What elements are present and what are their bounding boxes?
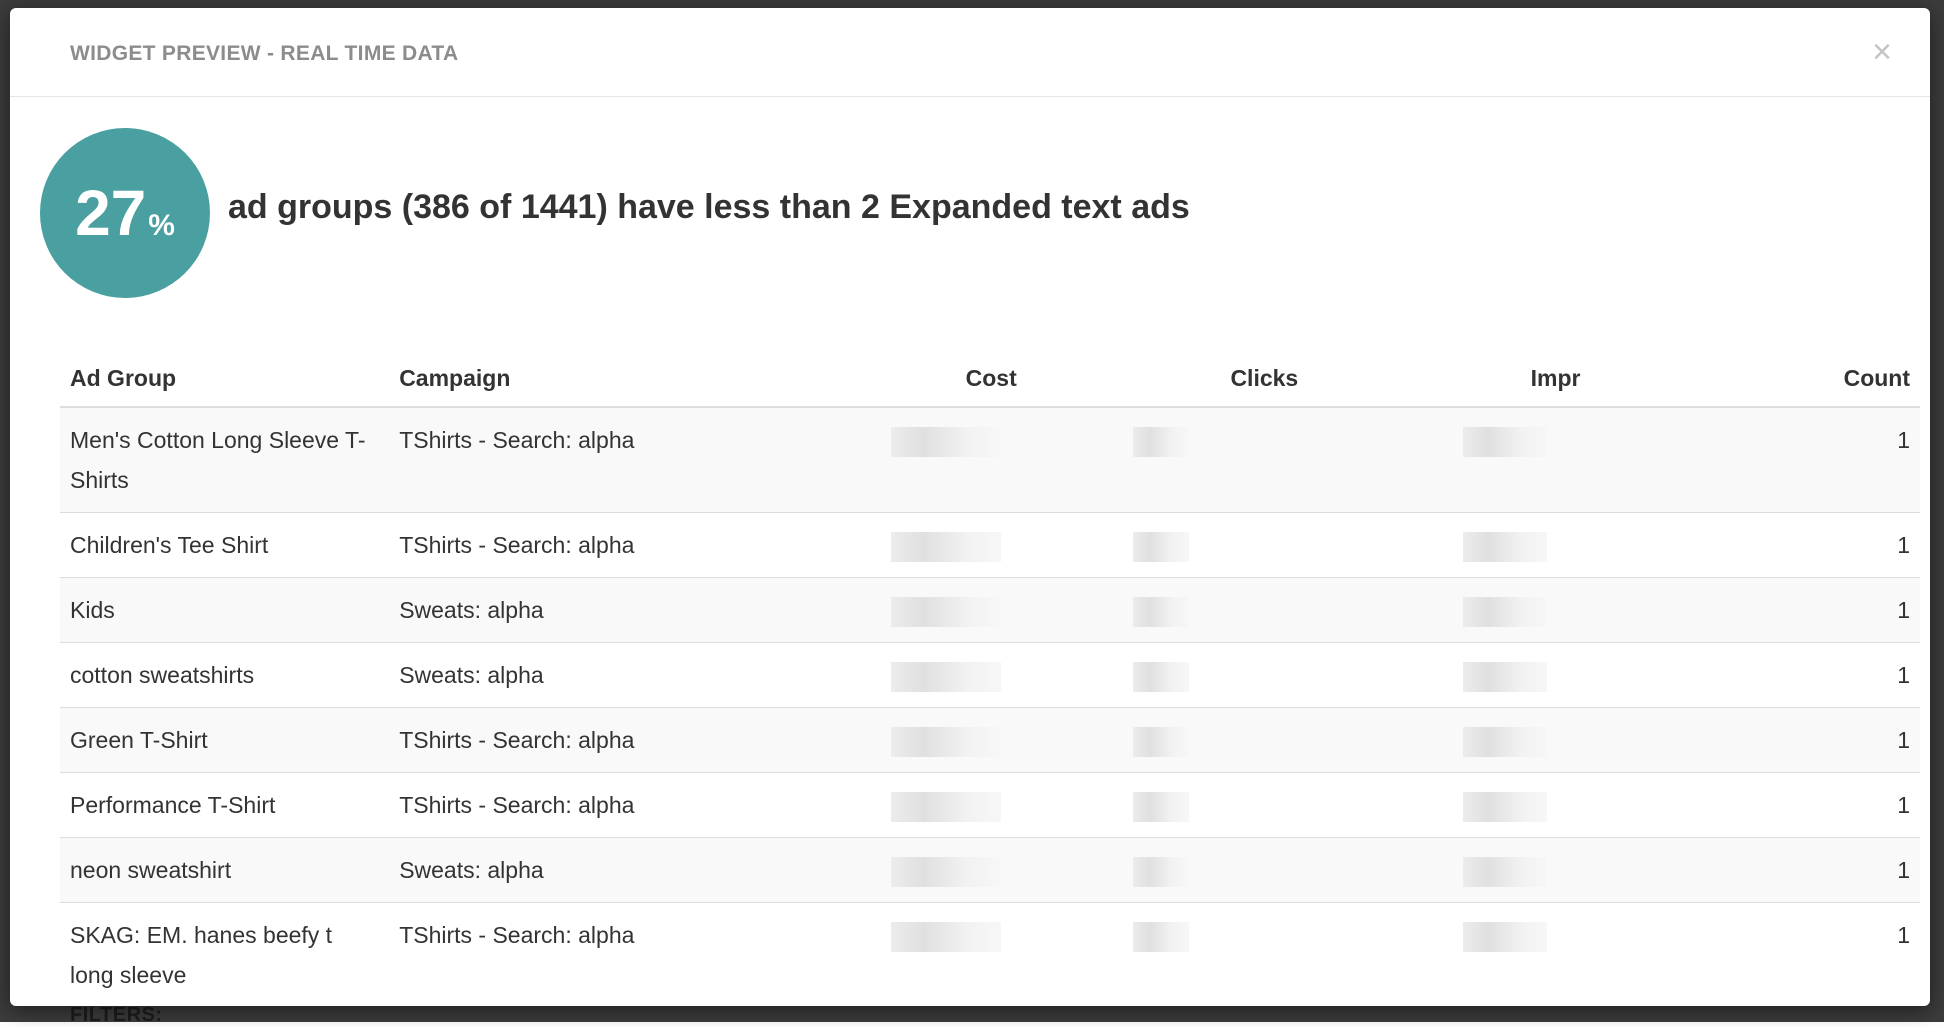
percent-value: 27	[75, 177, 147, 249]
widget-preview-modal: WIDGET PREVIEW - REAL TIME DATA × 27 % a…	[10, 8, 1930, 1006]
column-header-ad-group[interactable]: Ad Group	[60, 352, 390, 408]
cell-count: 1	[1683, 642, 1920, 708]
redacted-value	[890, 856, 1001, 887]
cell-campaign: Sweats: alpha	[389, 837, 881, 903]
percent-badge: 27 %	[40, 128, 210, 298]
column-header-campaign[interactable]: Campaign	[389, 352, 881, 408]
cell-impr	[1427, 577, 1684, 643]
table-body: Men's Cotton Long Sleeve T-Shirts TShirts…	[60, 406, 1920, 1006]
table-row[interactable]: Children's Tee Shirt TShirts - Search: al…	[60, 512, 1920, 578]
column-header-impr[interactable]: Impr	[1427, 352, 1684, 408]
cell-cost	[880, 772, 1102, 838]
redacted-value	[1133, 921, 1190, 952]
cell-count: 1	[1683, 772, 1920, 838]
cell-cost	[880, 512, 1102, 578]
close-icon[interactable]: ×	[1866, 35, 1898, 69]
cell-clicks	[1101, 902, 1428, 1006]
cell-clicks	[1101, 772, 1428, 838]
redacted-value	[1463, 596, 1548, 627]
cell-cost	[880, 642, 1102, 708]
column-header-count[interactable]: Count	[1683, 352, 1920, 408]
redacted-value	[1463, 791, 1548, 822]
column-header-clicks[interactable]: Clicks	[1101, 352, 1428, 408]
cell-cost	[880, 707, 1102, 773]
redacted-value	[1133, 596, 1190, 627]
modal-title: WIDGET PREVIEW - REAL TIME DATA	[70, 42, 459, 65]
cell-ad-group: neon sweatshirt	[60, 837, 390, 903]
redacted-value	[1463, 856, 1548, 887]
cell-ad-group: Children's Tee Shirt	[60, 512, 390, 578]
redacted-value	[1463, 426, 1548, 457]
table-row[interactable]: Performance T-Shirt TShirts - Search: alp…	[60, 772, 1920, 838]
redacted-value	[1463, 726, 1548, 757]
cell-count: 1	[1683, 577, 1920, 643]
cell-cost	[880, 577, 1102, 643]
ad-groups-table: Ad Group Campaign Cost Clicks Impr Count…	[60, 352, 1920, 1006]
redacted-value	[1133, 426, 1190, 457]
table-row[interactable]: SKAG: EM. hanes beefy t long sleeve TShir…	[60, 902, 1920, 1006]
table-row[interactable]: cotton sweatshirts Sweats: alpha 1	[60, 642, 1920, 708]
cell-ad-group: Performance T-Shirt	[60, 772, 390, 838]
cell-campaign: TShirts - Search: alpha	[389, 512, 881, 578]
cell-ad-group: cotton sweatshirts	[60, 642, 390, 708]
cell-impr	[1427, 837, 1684, 903]
cell-clicks	[1101, 707, 1428, 773]
redacted-value	[890, 791, 1001, 822]
table-row[interactable]: Green T-Shirt TShirts - Search: alpha 1	[60, 707, 1920, 773]
redacted-value	[890, 596, 1001, 627]
redacted-value	[890, 921, 1001, 952]
redacted-value	[890, 426, 1001, 457]
cell-clicks	[1101, 406, 1428, 513]
redacted-value	[890, 661, 1001, 692]
redacted-value	[1133, 856, 1190, 887]
cell-impr	[1427, 772, 1684, 838]
cell-count: 1	[1683, 707, 1920, 773]
redacted-value	[1133, 661, 1190, 692]
table-row[interactable]: Kids Sweats: alpha 1	[60, 577, 1920, 643]
cell-impr	[1427, 707, 1684, 773]
cell-campaign: Sweats: alpha	[389, 577, 881, 643]
cell-cost	[880, 902, 1102, 1006]
cell-campaign: TShirts - Search: alpha	[389, 772, 881, 838]
filters-label: FILTERS:	[70, 1004, 163, 1026]
cell-impr	[1427, 642, 1684, 708]
redacted-value	[1463, 661, 1548, 692]
cell-count: 1	[1683, 902, 1920, 1006]
cell-count: 1	[1683, 512, 1920, 578]
cell-cost	[880, 837, 1102, 903]
modal-header: WIDGET PREVIEW - REAL TIME DATA ×	[10, 8, 1930, 97]
redacted-value	[1133, 726, 1190, 757]
cell-ad-group: Kids	[60, 577, 390, 643]
cell-cost	[880, 406, 1102, 513]
cell-clicks	[1101, 577, 1428, 643]
redacted-value	[1133, 531, 1190, 562]
redacted-value	[1463, 921, 1548, 952]
cell-campaign: TShirts - Search: alpha	[389, 406, 881, 513]
cell-campaign: TShirts - Search: alpha	[389, 902, 881, 1006]
redacted-value	[890, 726, 1001, 757]
cell-campaign: TShirts - Search: alpha	[389, 707, 881, 773]
cell-clicks	[1101, 837, 1428, 903]
redacted-value	[1463, 531, 1548, 562]
cell-campaign: Sweats: alpha	[389, 642, 881, 708]
table-header-row: Ad Group Campaign Cost Clicks Impr Count	[60, 352, 1920, 408]
cell-impr	[1427, 512, 1684, 578]
cell-clicks	[1101, 642, 1428, 708]
redacted-value	[890, 531, 1001, 562]
redacted-value	[1133, 791, 1190, 822]
summary-headline: ad groups (386 of 1441) have less than 2…	[228, 188, 1190, 226]
cell-ad-group: Green T-Shirt	[60, 707, 390, 773]
cell-clicks	[1101, 512, 1428, 578]
cell-impr	[1427, 902, 1684, 1006]
cell-impr	[1427, 406, 1684, 513]
cell-ad-group: SKAG: EM. hanes beefy t long sleeve	[60, 902, 390, 1006]
percent-unit: %	[148, 209, 175, 242]
column-header-cost[interactable]: Cost	[880, 352, 1102, 408]
table-row[interactable]: Men's Cotton Long Sleeve T-Shirts TShirts…	[60, 406, 1920, 513]
cell-count: 1	[1683, 837, 1920, 903]
table-row[interactable]: neon sweatshirt Sweats: alpha 1	[60, 837, 1920, 903]
cell-ad-group: Men's Cotton Long Sleeve T-Shirts	[60, 406, 390, 513]
cell-count: 1	[1683, 406, 1920, 513]
